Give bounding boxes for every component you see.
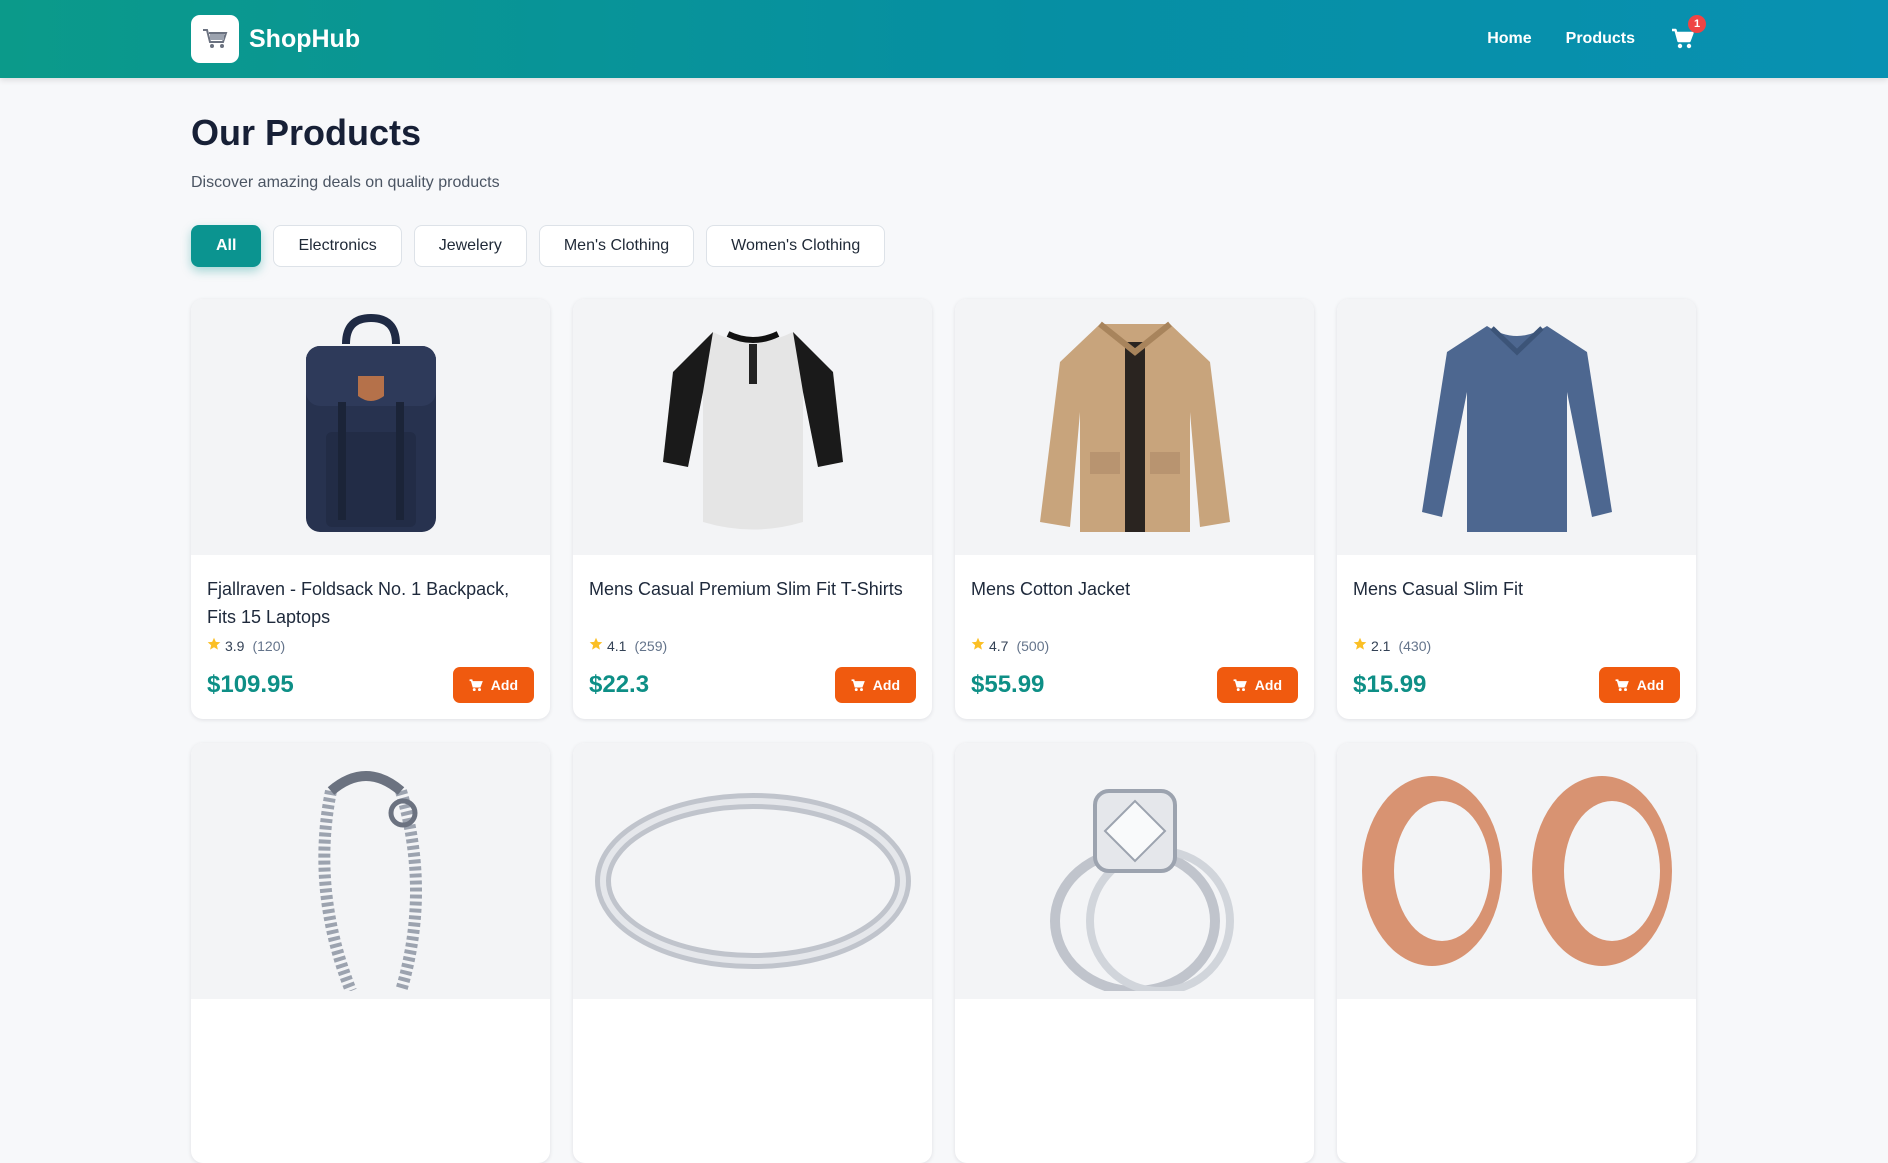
product-image[interactable]: [955, 743, 1314, 999]
rating-count: (259): [634, 637, 668, 654]
rose-gold-tunnels-image: [1361, 776, 1672, 966]
product-image[interactable]: [573, 743, 932, 999]
cart-icon: [851, 678, 865, 691]
product-card[interactable]: Mens Casual Slim Fit 2.1 (430) $15.99 Ad…: [1337, 299, 1696, 719]
product-image[interactable]: [1337, 299, 1696, 555]
product-title: Mens Cotton Jacket: [971, 579, 1131, 599]
filter-jewelery[interactable]: Jewelery: [413, 225, 527, 267]
star-icon: [589, 637, 603, 654]
cart-icon: [1233, 678, 1247, 691]
add-to-cart-button[interactable]: Add: [1216, 667, 1298, 703]
backpack-image: [305, 313, 436, 532]
rating-score: 3.9: [225, 637, 245, 654]
brand-name: ShopHub: [249, 24, 361, 53]
product-card[interactable]: Fjallraven - Foldsack No. 1 Backpack, Fi…: [191, 299, 550, 719]
product-image[interactable]: [191, 743, 550, 999]
page-title: Our Products: [191, 112, 422, 153]
filter-electronics[interactable]: Electronics: [273, 225, 402, 267]
product-price: $109.95: [207, 671, 294, 698]
nav-home-link[interactable]: Home: [1487, 30, 1531, 48]
main-nav: Home Products 1: [1487, 15, 1706, 53]
add-to-cart-button[interactable]: Add: [834, 667, 916, 703]
rating-count: (500): [1016, 637, 1050, 654]
shopping-cart-icon: [191, 15, 239, 63]
product-rating: 4.1 (259): [589, 637, 916, 654]
bracelet-image: [317, 771, 422, 991]
jacket-image: [1039, 321, 1230, 532]
product-card[interactable]: [1337, 743, 1696, 1163]
page-subtitle: Discover amazing deals on quality produc…: [191, 174, 500, 191]
filter-all[interactable]: All: [191, 225, 262, 267]
diamond-ring-image: [1049, 789, 1234, 991]
star-icon: [971, 637, 985, 654]
product-info: Fjallraven - Foldsack No. 1 Backpack, Fi…: [191, 555, 550, 719]
product-card[interactable]: [573, 743, 932, 1163]
silver-ring-image: [594, 793, 911, 969]
product-rating: 4.7 (500): [971, 637, 1298, 654]
cart-button[interactable]: 1: [1669, 15, 1706, 53]
add-button-label: Add: [490, 677, 518, 693]
tshirt-image: [662, 331, 843, 530]
top-navbar: ShopHub Home Products 1: [0, 0, 1888, 78]
product-title: Mens Casual Slim Fit: [1353, 579, 1524, 599]
rating-score: 2.1: [1371, 637, 1391, 654]
product-image[interactable]: [573, 299, 932, 555]
brand[interactable]: ShopHub: [191, 15, 360, 63]
star-icon: [207, 637, 221, 654]
product-card[interactable]: Mens Casual Premium Slim Fit T-Shirts 4.…: [573, 299, 932, 719]
product-info: Mens Cotton Jacket 4.7 (500) $55.99 Add: [955, 555, 1314, 719]
long-sleeve-shirt-image: [1421, 326, 1612, 532]
product-image[interactable]: [191, 299, 550, 555]
product-card[interactable]: [191, 743, 550, 1163]
product-card[interactable]: [955, 743, 1314, 1163]
cart-count-badge: 1: [1688, 15, 1706, 33]
product-price: $55.99: [971, 671, 1045, 698]
add-button-label: Add: [872, 677, 900, 693]
cart-icon: [469, 678, 483, 691]
rating-count: (430): [1398, 637, 1432, 654]
product-info: Mens Casual Slim Fit 2.1 (430) $15.99 Ad…: [1337, 555, 1696, 719]
product-rating: 2.1 (430): [1353, 637, 1680, 654]
category-filters: All Electronics Jewelery Men's Clothing …: [191, 225, 1697, 267]
product-info: Mens Casual Premium Slim Fit T-Shirts 4.…: [573, 555, 932, 719]
add-to-cart-button[interactable]: Add: [1598, 667, 1680, 703]
product-card[interactable]: Mens Cotton Jacket 4.7 (500) $55.99 Add: [955, 299, 1314, 719]
filter-womens-clothing[interactable]: Women's Clothing: [706, 225, 886, 267]
rating-score: 4.1: [607, 637, 627, 654]
filter-mens-clothing[interactable]: Men's Clothing: [538, 225, 695, 267]
product-rating: 3.9 (120): [207, 637, 534, 654]
cart-icon: [1615, 678, 1629, 691]
main-content: Our Products Discover amazing deals on q…: [191, 78, 1697, 1163]
add-button-label: Add: [1636, 677, 1664, 693]
rating-score: 4.7: [989, 637, 1009, 654]
product-title: Fjallraven - Foldsack No. 1 Backpack, Fi…: [207, 579, 510, 627]
product-price: $15.99: [1353, 671, 1427, 698]
star-icon: [1353, 637, 1367, 654]
add-button-label: Add: [1254, 677, 1282, 693]
product-price: $22.3: [589, 671, 650, 698]
add-to-cart-button[interactable]: Add: [452, 667, 534, 703]
product-title: Mens Casual Premium Slim Fit T-Shirts: [589, 579, 903, 599]
product-grid: Fjallraven - Foldsack No. 1 Backpack, Fi…: [191, 299, 1697, 1163]
product-image[interactable]: [955, 299, 1314, 555]
nav-products-link[interactable]: Products: [1566, 30, 1635, 48]
product-image[interactable]: [1337, 743, 1696, 999]
rating-count: (120): [252, 637, 286, 654]
